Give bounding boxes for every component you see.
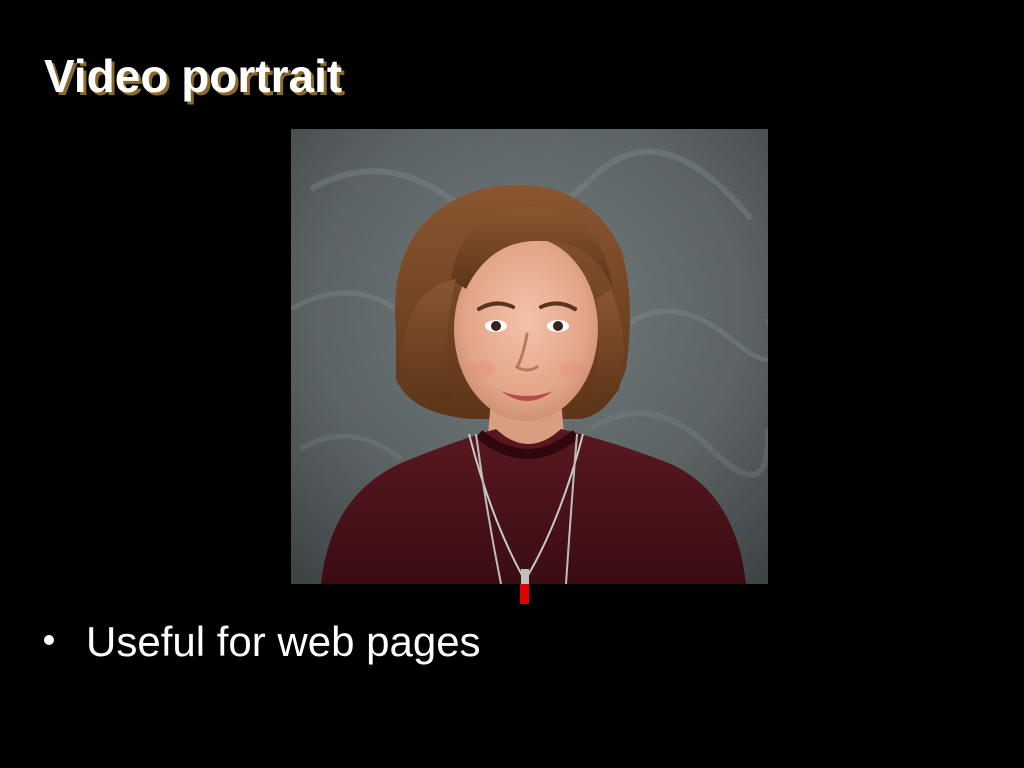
pendant-highlight [520, 584, 529, 604]
bullet-list: Useful for web pages [44, 614, 481, 670]
bullet-item: Useful for web pages [44, 614, 481, 670]
slide-title: Video portrait [44, 50, 343, 102]
bullet-text: Useful for web pages [86, 618, 481, 665]
slide: Video portrait Useful for web pages [0, 0, 1024, 768]
bullet-dot-icon [44, 635, 54, 645]
portrait-photo [291, 129, 768, 584]
portrait-illustration [291, 129, 768, 584]
